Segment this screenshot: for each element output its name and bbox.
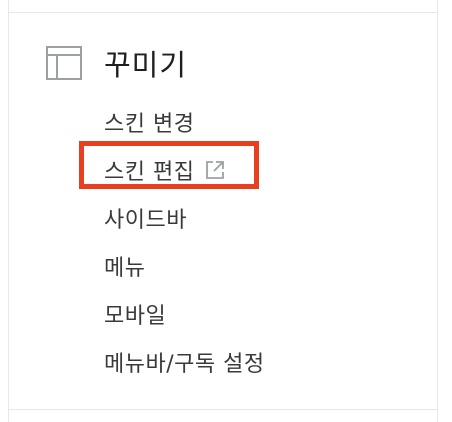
section-top-divider [8, 12, 438, 13]
panel-left-border [8, 0, 9, 422]
section-bottom-divider [8, 409, 438, 410]
section-title: 꾸미기 [104, 48, 188, 82]
sidebar-panel: 꾸미기 스킨 변경 스킨 편집 사이드바 메뉴 모바일 메뉴바/구독 설정 [0, 0, 452, 422]
menu-item-sidebar[interactable]: 사이드바 [104, 194, 265, 242]
menu-item-skin-change[interactable]: 스킨 변경 [104, 98, 265, 146]
menu-item-label: 모바일 [104, 304, 167, 329]
menu-item-label: 메뉴 [104, 256, 146, 281]
menu-item-label: 사이드바 [104, 208, 187, 233]
section-header[interactable]: 꾸미기 [46, 45, 188, 82]
menu-item-menubar-subscribe[interactable]: 메뉴바/구독 설정 [104, 338, 265, 386]
external-link-icon [204, 159, 226, 181]
menu-item-mobile[interactable]: 모바일 [104, 290, 265, 338]
layout-icon [46, 46, 82, 80]
menu-item-label: 스킨 편집 [104, 160, 195, 185]
menu-item-label: 메뉴바/구독 설정 [104, 352, 265, 377]
decorate-menu: 스킨 변경 스킨 편집 사이드바 메뉴 모바일 메뉴바/구독 설정 [104, 98, 265, 386]
panel-right-border [437, 0, 438, 422]
menu-item-label: 스킨 변경 [104, 112, 195, 137]
menu-item-skin-edit[interactable]: 스킨 편집 [104, 146, 265, 194]
menu-item-menu[interactable]: 메뉴 [104, 242, 265, 290]
